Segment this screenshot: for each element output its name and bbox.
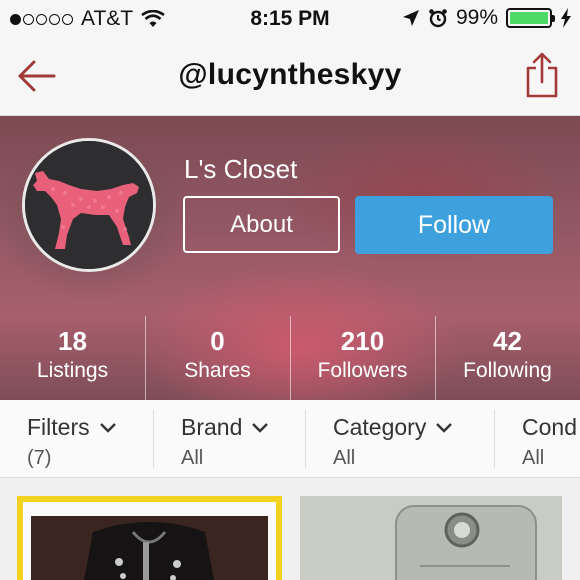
charging-bolt-icon	[561, 8, 571, 28]
filter-value: All	[333, 447, 356, 469]
stat-label: Shares	[184, 359, 251, 382]
about-button[interactable]: About	[183, 196, 340, 253]
alarm-icon	[429, 9, 447, 28]
chevron-down-icon	[436, 422, 453, 433]
filters-bar: Filters (7) Brand All Category All Cond …	[0, 400, 580, 478]
filter-value: All	[181, 447, 204, 469]
filter-label: Brand	[181, 414, 269, 441]
stat-value: 0	[210, 326, 225, 356]
status-right: 99%	[402, 6, 572, 30]
avatar[interactable]	[22, 138, 156, 272]
profile-header: L's Closet About Follow 18 Listings 0 Sh…	[0, 116, 580, 400]
stat-listings[interactable]: 18 Listings	[0, 316, 145, 400]
pink-dog-logo	[25, 141, 153, 269]
battery-percent: 99%	[455, 6, 498, 29]
stat-value: 18	[58, 326, 87, 356]
filter-value: All	[522, 447, 545, 469]
filter-value: (7)	[27, 447, 52, 469]
filter-label-text: Cond	[522, 414, 577, 440]
stat-label: Listings	[36, 359, 109, 382]
listing-photo-keychain	[300, 496, 562, 580]
closet-name: L's Closet	[184, 154, 298, 184]
share-button[interactable]	[524, 52, 560, 98]
filter-brand[interactable]: Brand All	[181, 400, 269, 478]
listing-grid	[0, 478, 580, 580]
profile-stats: 18 Listings 0 Shares 210 Followers 42 Fo…	[0, 316, 580, 400]
listing-photo-hoodie	[23, 502, 276, 580]
filter-label: Cond	[522, 414, 577, 441]
filter-label-text: Brand	[181, 414, 243, 440]
stat-label: Followers	[317, 359, 408, 382]
nav-bar: @lucyntheskyy	[0, 38, 580, 116]
stat-value: 42	[493, 326, 522, 356]
stat-shares[interactable]: 0 Shares	[145, 316, 290, 400]
divider	[305, 410, 306, 468]
listing-card[interactable]	[17, 496, 282, 580]
listing-card[interactable]	[300, 496, 562, 580]
battery-icon	[506, 8, 555, 28]
page-title: @lucyntheskyy	[178, 58, 402, 91]
divider	[153, 410, 154, 468]
filter-label-text: Category	[333, 414, 427, 440]
stat-label: Following	[463, 359, 552, 382]
stat-following[interactable]: 42 Following	[435, 316, 580, 400]
filter-label: Filters	[27, 414, 116, 441]
divider	[494, 410, 495, 468]
filter-label: Category	[333, 414, 453, 441]
filter-label-text: Filters	[27, 414, 90, 440]
chevron-down-icon	[99, 422, 116, 433]
chevron-down-icon	[252, 422, 269, 433]
location-arrow-icon	[402, 10, 419, 26]
follow-button[interactable]: Follow	[355, 196, 553, 254]
stat-value: 210	[340, 326, 385, 356]
share-icon	[526, 52, 558, 98]
stat-followers[interactable]: 210 Followers	[290, 316, 435, 400]
filter-category[interactable]: Category All	[333, 400, 453, 478]
filter-filters[interactable]: Filters (7)	[27, 400, 116, 478]
status-bar: AT&T 8:15 PM 99%	[0, 0, 580, 38]
filter-condition[interactable]: Cond All	[522, 400, 577, 478]
